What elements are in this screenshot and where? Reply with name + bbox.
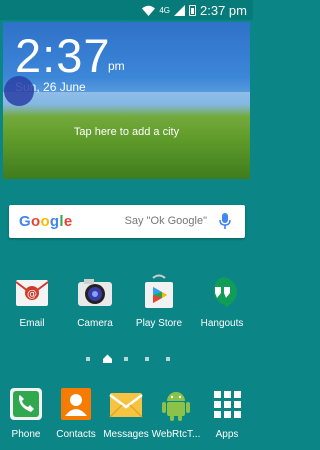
app-label: Messages: [103, 429, 149, 440]
app-label: Apps: [215, 429, 239, 440]
messages-icon: [107, 385, 145, 423]
page-dot[interactable]: [166, 357, 170, 361]
home-page-icon[interactable]: [103, 354, 112, 363]
app-label: WebRtcT...: [151, 429, 201, 440]
clock-ampm: pm: [108, 59, 125, 73]
page-dot[interactable]: [124, 357, 128, 361]
dock-phone[interactable]: Phone: [0, 385, 54, 440]
phone-icon: [7, 385, 45, 423]
network-type: 4G: [159, 5, 171, 15]
google-logo: Google: [19, 213, 73, 230]
dock-contacts[interactable]: Contacts: [48, 385, 104, 440]
google-search-bar[interactable]: Google Say "Ok Google": [9, 205, 245, 238]
dock-apps[interactable]: Apps: [199, 385, 255, 440]
app-email[interactable]: @ Email: [4, 274, 60, 329]
app-label: Email: [19, 318, 45, 329]
page-indicator: [0, 354, 253, 364]
android-icon: [157, 385, 195, 423]
status-bar: 4G 2:37 pm: [0, 0, 253, 20]
dock-messages[interactable]: Messages: [98, 385, 154, 440]
status-time: 2:37 pm: [200, 2, 247, 18]
dock: Phone Contacts Messages WebRtcT... Apps: [0, 378, 253, 450]
touch-indicator: [4, 76, 34, 106]
app-label: Hangouts: [200, 318, 244, 329]
dock-webrtc[interactable]: WebRtcT...: [148, 385, 204, 440]
app-label: Play Store: [135, 318, 183, 329]
email-icon: @: [13, 274, 51, 312]
app-camera[interactable]: Camera: [67, 274, 123, 329]
app-play-store[interactable]: Play Store: [131, 274, 187, 329]
camera-icon: [76, 274, 114, 312]
wifi-icon: [142, 5, 156, 16]
page-dot[interactable]: [86, 357, 90, 361]
battery-icon: [189, 4, 197, 16]
app-label: Camera: [77, 318, 113, 329]
apps-grid-icon: [208, 385, 246, 423]
mic-icon[interactable]: [219, 213, 231, 230]
search-hint: Say "Ok Google": [124, 215, 207, 227]
signal-icon: [174, 4, 186, 16]
app-hangouts[interactable]: Hangouts: [194, 274, 250, 329]
contacts-icon: [57, 385, 95, 423]
play-store-icon: [140, 274, 178, 312]
app-label: Phone: [11, 429, 41, 440]
page-dot[interactable]: [145, 357, 149, 361]
clock-weather-widget[interactable]: 2:37 pm Sun, 26 June Tap here to add a c…: [3, 22, 250, 179]
clock-time: 2:37: [15, 29, 111, 82]
add-city-prompt[interactable]: Tap here to add a city: [3, 126, 250, 138]
svg-text:@: @: [27, 289, 37, 300]
app-label: Contacts: [56, 429, 96, 440]
hangouts-icon: [203, 274, 241, 312]
